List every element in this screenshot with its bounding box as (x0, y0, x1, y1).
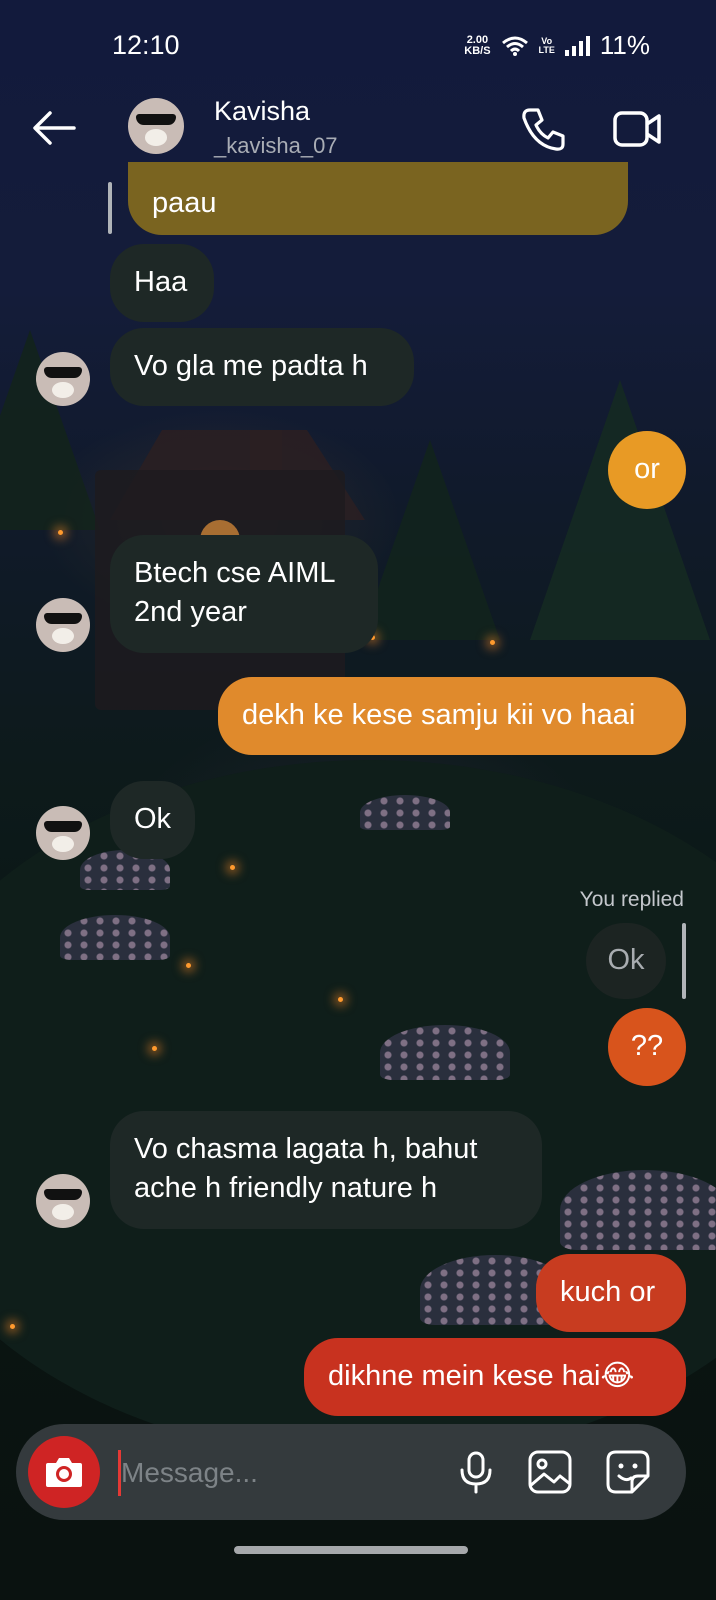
tree-decoration (530, 380, 710, 640)
sticker-icon[interactable] (604, 1448, 652, 1496)
outgoing-message-bubble[interactable]: dekh ke kese samju kii vo haai (218, 677, 686, 755)
camera-button[interactable] (28, 1436, 100, 1508)
outgoing-message-bubble[interactable]: dikhne mein kese hai😂 (304, 1338, 686, 1416)
network-speed: 2.00 KB/S (464, 33, 491, 57)
firefly-decoration (186, 963, 191, 968)
sender-avatar[interactable] (36, 352, 90, 406)
video-camera-icon[interactable] (612, 104, 662, 154)
house-roof-decoration (109, 430, 365, 520)
wifi-icon (501, 36, 528, 56)
volte-bottom: LTE (538, 44, 555, 55)
message-composer (16, 1424, 686, 1520)
battery-percent: 11% (599, 30, 650, 60)
signal-icon (564, 35, 590, 56)
firefly-decoration (58, 530, 63, 535)
status-time: 12:10 (112, 30, 180, 60)
incoming-message-bubble[interactable]: Vo gla me padta h (110, 328, 414, 406)
firefly-decoration (230, 865, 235, 870)
sender-avatar[interactable] (36, 806, 90, 860)
flower-bush-decoration (560, 1170, 716, 1250)
reply-label: You replied (579, 888, 684, 911)
firefly-decoration (338, 997, 343, 1002)
network-speed-value: 2.00 (466, 33, 489, 46)
outgoing-message-bubble[interactable]: or (608, 431, 686, 509)
sender-avatar[interactable] (36, 598, 90, 652)
home-indicator[interactable] (234, 1546, 468, 1554)
firefly-decoration (152, 1046, 157, 1051)
outgoing-message-bubble[interactable]: paau (128, 162, 628, 235)
firefly-decoration (10, 1324, 15, 1329)
volte-indicator: Vo LTE (538, 36, 555, 55)
contact-avatar[interactable] (128, 98, 184, 154)
flower-bush-decoration (360, 795, 450, 830)
contact-username[interactable]: _kavisha_07 (214, 133, 338, 159)
network-speed-unit: KB/S (464, 44, 491, 57)
flower-bush-decoration (380, 1025, 510, 1080)
incoming-message-bubble[interactable]: Vo chasma lagata h, bahut ache h friendl… (110, 1111, 542, 1229)
reply-indicator (682, 923, 686, 999)
message-input[interactable] (118, 1450, 423, 1496)
incoming-message-bubble[interactable]: Haa (110, 244, 214, 322)
sender-avatar[interactable] (36, 1174, 90, 1228)
status-icons: 2.00 KB/S Vo LTE 11% (464, 30, 650, 61)
house-chimney-decoration (250, 430, 282, 470)
image-icon[interactable] (526, 1448, 574, 1496)
arrow-left-icon[interactable] (30, 108, 80, 148)
incoming-message-bubble[interactable]: Btech cse AIML 2nd year (110, 535, 378, 653)
microphone-icon[interactable] (452, 1448, 500, 1496)
firefly-decoration (490, 640, 495, 645)
status-bar: 12:10 2.00 KB/S Vo LTE 11% (0, 0, 716, 90)
camera-icon (46, 1458, 82, 1487)
phone-icon[interactable] (518, 104, 568, 154)
incoming-message-bubble[interactable]: Ok (110, 781, 195, 859)
outgoing-message-bubble[interactable]: kuch or (536, 1254, 686, 1332)
outgoing-message-bubble[interactable]: ?? (608, 1008, 686, 1086)
flower-bush-decoration (60, 915, 170, 960)
reply-indicator (108, 182, 112, 234)
quoted-message-bubble[interactable]: Ok (586, 923, 666, 999)
tree-decoration (360, 440, 500, 640)
contact-name[interactable]: Kavisha (214, 96, 310, 127)
